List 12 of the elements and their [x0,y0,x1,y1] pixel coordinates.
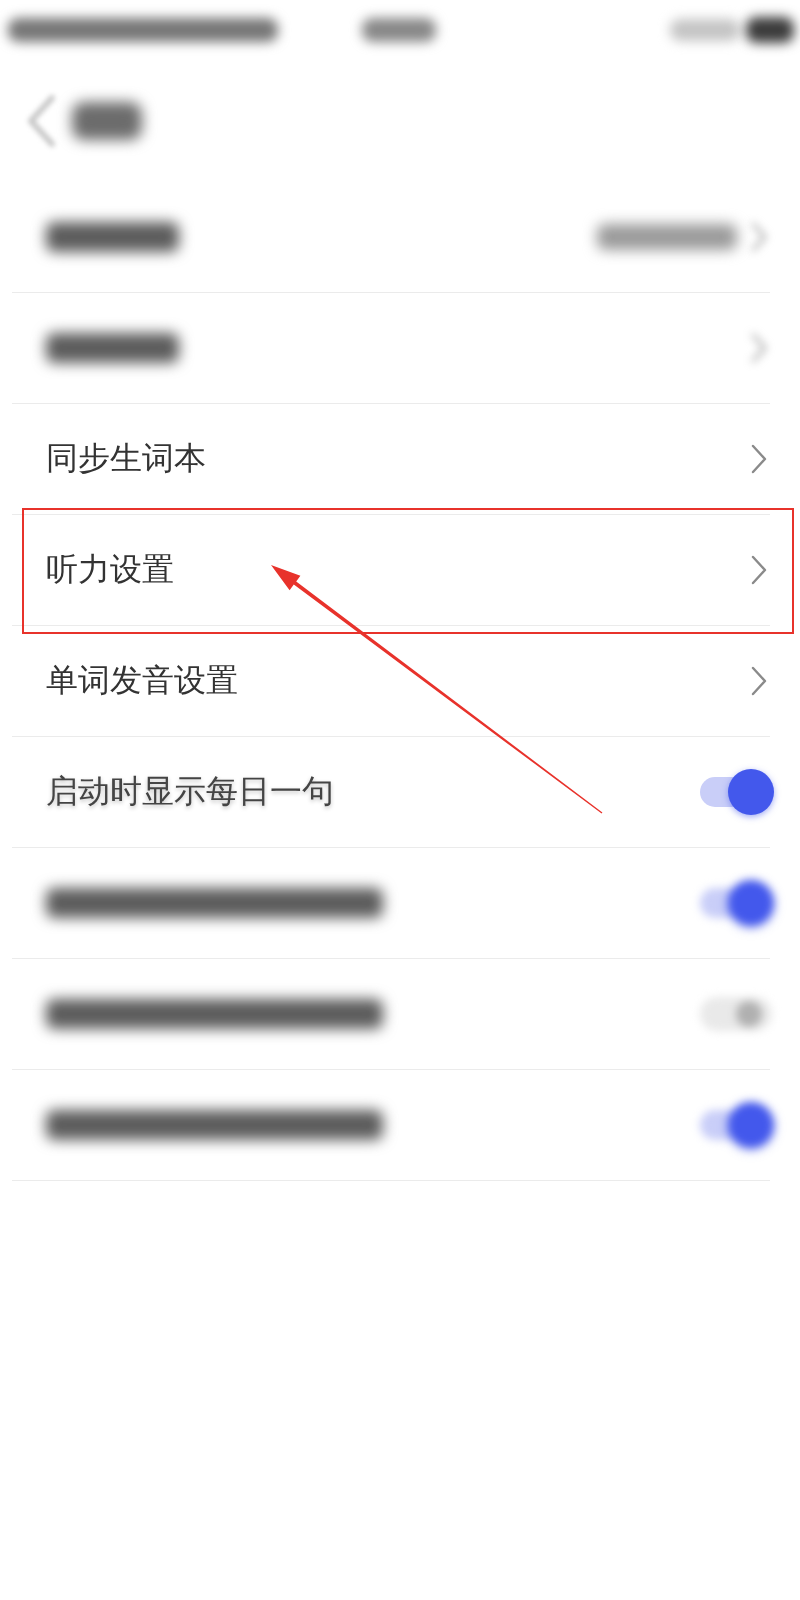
toggle-switch[interactable] [700,769,774,815]
chevron-icon [751,666,767,696]
toggle-switch[interactable] [700,1102,774,1148]
chevron-icon [751,444,767,474]
chevron-icon [751,333,767,363]
toggle-switch[interactable] [700,880,774,926]
row-label[interactable]: 单词发音设置 [46,659,238,703]
row-label[interactable]: 同步生词本 [46,437,206,481]
row-label: 启动时显示每日一句 [46,771,334,812]
chevron-icon [751,222,767,252]
row-label[interactable]: 听力设置 [46,548,174,592]
chevron-icon [751,555,767,585]
